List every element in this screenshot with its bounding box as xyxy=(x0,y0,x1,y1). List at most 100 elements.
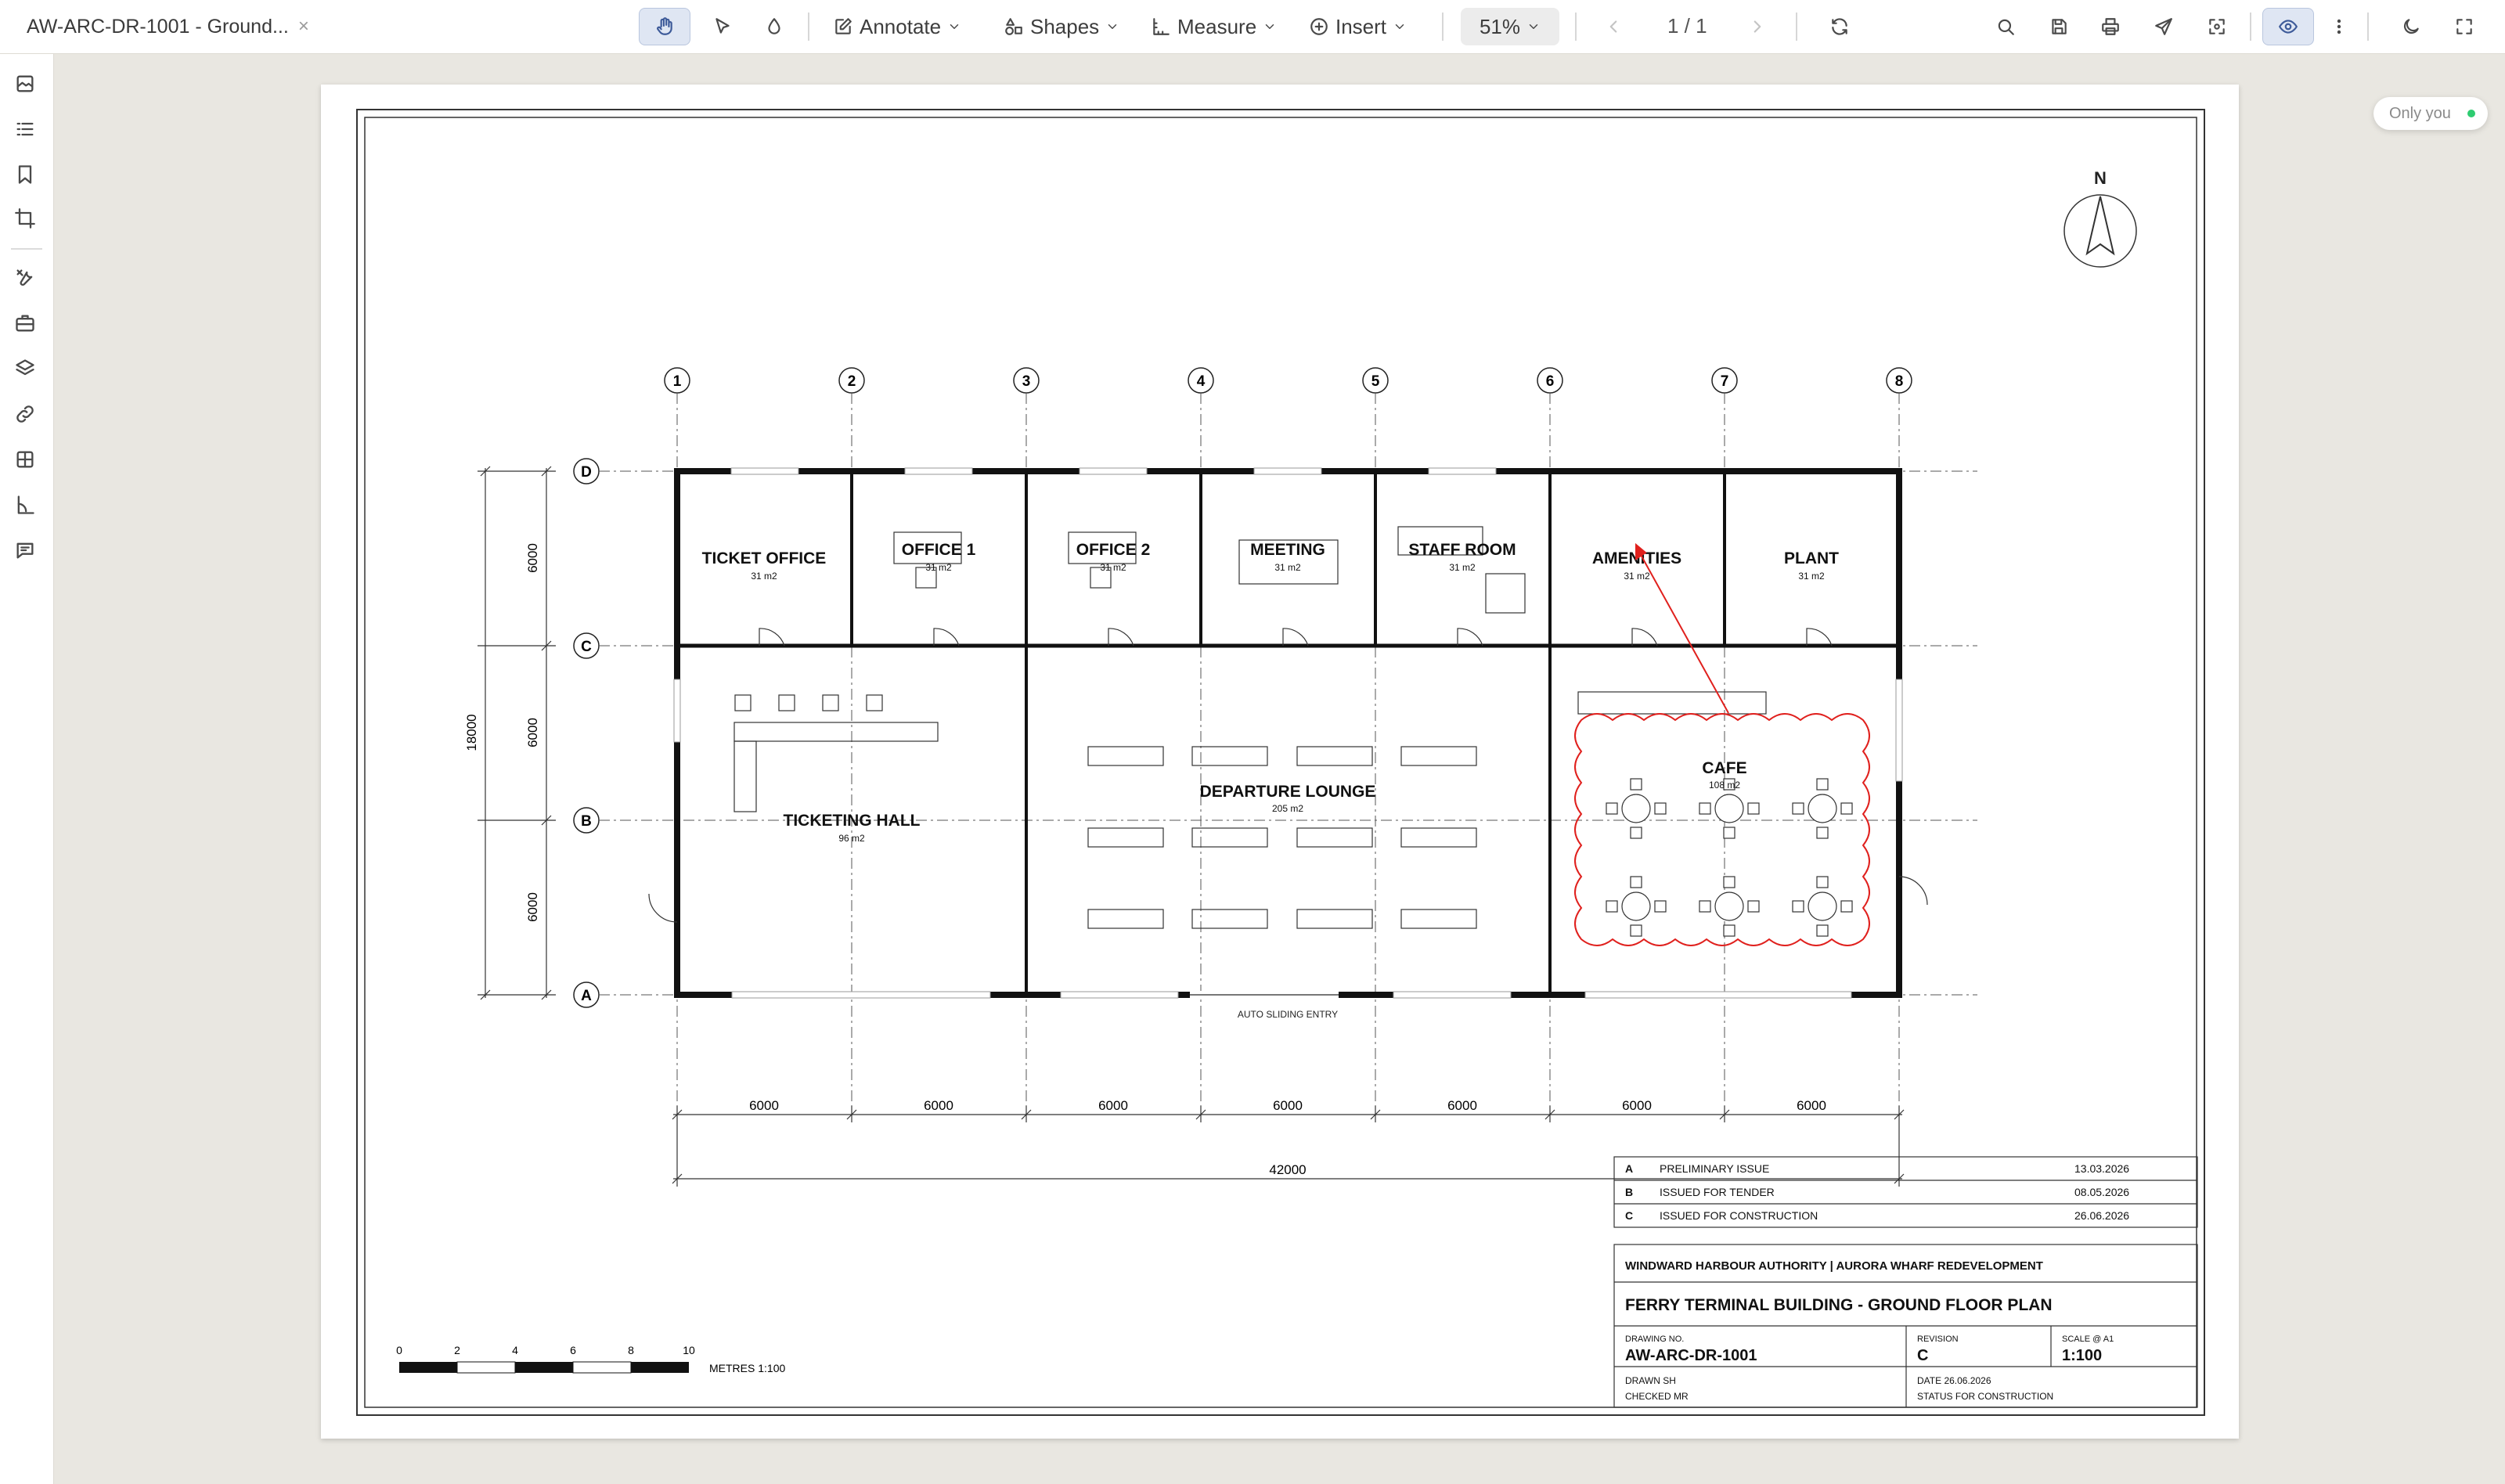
search-button[interactable] xyxy=(1987,8,2024,45)
cafe-tables xyxy=(1606,778,1853,937)
chevron-down-icon xyxy=(1265,24,1274,29)
grid-column-1-label: 1 xyxy=(673,373,682,390)
grid-columns: 1 2 3 4 5 6 7 8 xyxy=(664,367,1912,394)
links-button[interactable] xyxy=(14,403,39,428)
pan-tool-button[interactable] xyxy=(639,8,690,45)
thumbnails-button[interactable] xyxy=(14,73,39,98)
annotate-menu-button[interactable]: Annotate xyxy=(825,8,969,45)
floor-plan-drawing: N 1 2 3 4 5 6 7 8 D C B A AUTO SLIDING E… xyxy=(356,109,2205,1416)
sheet-border xyxy=(356,109,2205,1416)
fit-screen-icon xyxy=(2209,19,2225,34)
toolbar-divider xyxy=(1575,13,1577,41)
bookmark-icon xyxy=(18,165,32,184)
grid-column-7-label: 7 xyxy=(1721,373,1729,390)
revision-date: 26.06.2026 xyxy=(2074,1209,2129,1222)
room-name: OFFICE 1 xyxy=(902,541,976,559)
insert-menu-button[interactable]: Insert xyxy=(1301,8,1415,45)
grid-column-5-label: 5 xyxy=(1371,373,1380,390)
refresh-icon xyxy=(1832,18,1847,35)
left-sidebar xyxy=(0,54,54,1484)
link-icon xyxy=(16,405,34,423)
select-tool-button[interactable] xyxy=(701,8,744,45)
north-arrow-icon xyxy=(2085,196,2115,256)
drop-icon xyxy=(768,18,780,34)
measure-label: Measure xyxy=(1177,14,1257,38)
grid-column-2: 2 xyxy=(838,367,865,394)
room-area: 31 m2 xyxy=(1624,571,1650,582)
save-button[interactable] xyxy=(2040,8,2078,45)
client-name: WINDWARD HARBOUR AUTHORITY | AURORA WHAR… xyxy=(1625,1259,2043,1273)
room-name: OFFICE 2 xyxy=(1076,541,1151,559)
annotate-label: Annotate xyxy=(860,14,942,38)
previous-page-button[interactable] xyxy=(1595,8,1631,45)
briefcase-icon xyxy=(16,315,34,332)
thumbnails-icon xyxy=(16,75,34,92)
ink-tool-button[interactable] xyxy=(753,8,795,45)
close-tab-icon[interactable]: × xyxy=(298,16,309,38)
next-page-button[interactable] xyxy=(1739,8,1775,45)
view-mode-button[interactable] xyxy=(2262,8,2314,45)
scale-tick: 4 xyxy=(512,1344,518,1356)
revision-label: REVISION xyxy=(1917,1335,1959,1344)
revision-code: A xyxy=(1625,1162,1633,1175)
insert-label: Insert xyxy=(1335,14,1387,38)
top-toolbar: AW-ARC-DR-1001 - Ground... × Annotate Sh… xyxy=(0,0,2505,54)
online-status-dot xyxy=(2467,110,2475,117)
dark-mode-button[interactable] xyxy=(2392,8,2430,45)
markup-arrow[interactable] xyxy=(1635,542,1729,714)
bookmarks-button[interactable] xyxy=(14,164,39,189)
presence-label: Only you xyxy=(2389,104,2451,122)
refresh-button[interactable] xyxy=(1821,8,1858,45)
save-icon xyxy=(2052,19,2067,34)
bay-dim: 6000 xyxy=(1098,1098,1128,1113)
outline-button[interactable] xyxy=(14,118,39,143)
revision-rows: A PRELIMINARY ISSUE 13.03.2026 B ISSUED … xyxy=(1625,1162,2129,1222)
more-options-button[interactable] xyxy=(2322,8,2356,45)
grid-column-8: 8 xyxy=(1886,367,1912,394)
bay-dim: 6000 xyxy=(749,1098,779,1113)
printer-icon xyxy=(2102,18,2119,35)
furniture xyxy=(733,526,1767,929)
grid-button[interactable] xyxy=(14,448,39,474)
room-name: MEETING xyxy=(1250,541,1325,559)
grid-icon xyxy=(16,451,34,468)
layers-button[interactable] xyxy=(14,358,39,383)
fullscreen-button[interactable] xyxy=(2446,8,2483,45)
outline-list-icon xyxy=(16,122,34,136)
grid-row-a-label: A xyxy=(581,988,592,1004)
document-tab[interactable]: AW-ARC-DR-1001 - Ground... × xyxy=(27,13,309,40)
shapes-menu-button[interactable]: Shapes xyxy=(996,8,1127,45)
drawing-status: STATUS FOR CONSTRUCTION xyxy=(1917,1391,2053,1402)
pencil-square-icon xyxy=(835,18,852,34)
crop-button[interactable] xyxy=(14,207,39,232)
share-button[interactable] xyxy=(2145,8,2182,45)
grid-column-1: 1 xyxy=(664,367,690,394)
revision-desc: ISSUED FOR TENDER xyxy=(1660,1186,1775,1198)
grid-row-c: C xyxy=(573,632,600,659)
toolbar-divider xyxy=(1796,13,1797,41)
grid-column-2-label: 2 xyxy=(848,373,856,390)
scale-label: SCALE @ A1 xyxy=(2062,1335,2114,1344)
toolbar-divider xyxy=(1442,13,1444,41)
bay-dim: 6000 xyxy=(924,1098,953,1113)
hand-icon xyxy=(657,17,672,35)
tools-icon xyxy=(16,269,33,286)
north-arrow-circle xyxy=(2063,194,2137,268)
print-button[interactable] xyxy=(2092,8,2129,45)
document-page: N 1 2 3 4 5 6 7 8 D C B A AUTO SLIDING E… xyxy=(321,85,2239,1439)
fit-screen-button[interactable] xyxy=(2198,8,2236,45)
briefcase-button[interactable] xyxy=(14,312,39,337)
drawing-title: FERRY TERMINAL BUILDING - GROUND FLOOR P… xyxy=(1625,1296,2053,1314)
scale-tick: 2 xyxy=(454,1344,460,1356)
room-area: 31 m2 xyxy=(1100,562,1126,573)
tools-button[interactable] xyxy=(14,267,39,292)
zoom-select[interactable]: 51% xyxy=(1461,8,1559,45)
cursor-arrow-icon xyxy=(715,18,730,34)
measurements-button[interactable] xyxy=(14,494,39,519)
grid-column-6-label: 6 xyxy=(1546,373,1555,390)
room-name: CAFE xyxy=(1702,759,1746,777)
grid-column-7: 7 xyxy=(1711,367,1738,394)
comments-button[interactable] xyxy=(14,539,39,564)
measure-menu-button[interactable]: Measure xyxy=(1143,8,1285,45)
chevron-down-icon xyxy=(1529,24,1538,29)
